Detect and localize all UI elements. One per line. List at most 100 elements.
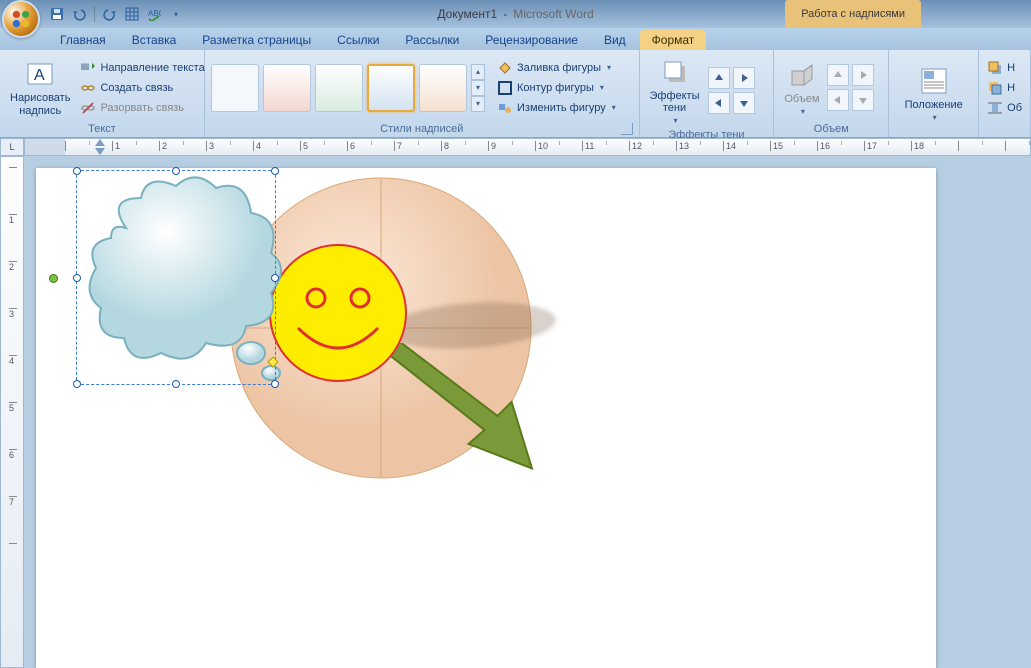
handle-ne[interactable]: [271, 167, 279, 175]
send-back-button[interactable]: Н: [985, 79, 1024, 97]
handle-s[interactable]: [172, 380, 180, 388]
quick-access-toolbar: ABC ▾: [48, 5, 185, 23]
position-icon: [918, 65, 950, 97]
group-position-label: [895, 133, 972, 137]
draw-textbox-label: Нарисовать надпись: [10, 92, 70, 116]
titlebar: ABC ▾ Документ1 - Microsoft Word Работа …: [0, 0, 1031, 28]
group-text-label: Текст: [6, 121, 198, 137]
tilt-up[interactable]: [827, 64, 849, 86]
document-name: Документ1: [437, 7, 497, 21]
position-label: Положение: [905, 99, 963, 111]
create-link-label: Создать связь: [100, 82, 173, 94]
contextual-tab-title: Работа с надписями: [785, 0, 921, 28]
shadow-nudge-right[interactable]: [733, 67, 755, 89]
text-direction-icon: llll: [80, 60, 96, 76]
send-back-label: Н: [1007, 82, 1015, 94]
gallery-more[interactable]: ▾: [471, 96, 485, 112]
shadow-nudge-up[interactable]: [708, 67, 730, 89]
ribbon: A Нарисовать надпись llll Направление тек…: [0, 50, 1031, 138]
shape-outline-button[interactable]: Контур фигуры: [495, 79, 618, 97]
office-button[interactable]: [2, 0, 40, 38]
shadow-nudge-left[interactable]: [708, 92, 730, 114]
style-preset-5[interactable]: [419, 64, 467, 112]
volume-tilt: [827, 64, 874, 111]
vertical-ruler[interactable]: 1234567: [0, 156, 24, 668]
shadow-effects-button[interactable]: Эффекты тени: [646, 54, 704, 127]
tab-view[interactable]: Вид: [592, 30, 638, 50]
rotate-handle[interactable]: [49, 274, 58, 283]
handle-n[interactable]: [172, 167, 180, 175]
break-link-button[interactable]: Разорвать связь: [78, 99, 206, 117]
title-separator: -: [503, 7, 507, 21]
wrap-icon: [987, 100, 1003, 116]
shadow-nudge-down[interactable]: [733, 92, 755, 114]
wrap-text-label: Об: [1007, 102, 1022, 114]
spellcheck-icon[interactable]: ABC: [145, 5, 163, 23]
group-volume-label: Объем: [780, 121, 882, 137]
gallery-scroll-up[interactable]: ▴: [471, 64, 485, 80]
textbox-icon: A: [24, 58, 56, 90]
handle-w[interactable]: [73, 274, 81, 282]
styles-launcher-icon[interactable]: [621, 123, 633, 135]
ribbon-tabs: Главная Вставка Разметка страницы Ссылки…: [0, 28, 1031, 50]
style-preset-4-selected[interactable]: [367, 64, 415, 112]
group-arrange-label: [985, 121, 1024, 137]
text-direction-button[interactable]: llll Направление текста: [78, 59, 206, 77]
group-text: A Нарисовать надпись llll Направление тек…: [0, 50, 205, 137]
tab-mailings[interactable]: Рассылки: [393, 30, 471, 50]
position-button[interactable]: Положение: [901, 63, 967, 124]
svg-text:A: A: [34, 67, 45, 84]
style-preset-3[interactable]: [315, 64, 363, 112]
gallery-scroll: ▴ ▾ ▾: [471, 64, 485, 112]
qat-customize-icon[interactable]: ▾: [167, 5, 185, 23]
change-shape-label: Изменить фигуру: [517, 102, 606, 114]
save-icon[interactable]: [48, 5, 66, 23]
style-preset-1[interactable]: [211, 64, 259, 112]
tab-insert[interactable]: Вставка: [120, 30, 189, 50]
tilt-right[interactable]: [852, 64, 874, 86]
gallery-scroll-down[interactable]: ▾: [471, 80, 485, 96]
page-area[interactable]: [24, 156, 1031, 668]
ruler-corner[interactable]: L: [0, 138, 24, 156]
style-gallery: ▴ ▾ ▾: [211, 64, 485, 112]
undo-icon[interactable]: [70, 5, 88, 23]
svg-text:llll: llll: [81, 62, 89, 72]
change-shape-button[interactable]: Изменить фигуру: [495, 99, 618, 117]
change-shape-icon: [497, 100, 513, 116]
tilt-down[interactable]: [852, 89, 874, 111]
volume-button[interactable]: Объем: [780, 57, 823, 118]
indent-marker: [95, 139, 105, 146]
ruler-row: L 123456789101112131415161718: [0, 138, 1031, 156]
bring-front-button[interactable]: Н: [985, 59, 1024, 77]
volume-label: Объем: [784, 93, 819, 105]
tilt-left[interactable]: [827, 89, 849, 111]
table-icon[interactable]: [123, 5, 141, 23]
group-shadow: Эффекты тени Эффекты тени: [640, 50, 775, 137]
shape-fill-button[interactable]: Заливка фигуры: [495, 59, 618, 77]
break-link-label: Разорвать связь: [100, 102, 184, 114]
link-icon: [80, 80, 96, 96]
bring-front-label: Н: [1007, 62, 1015, 74]
horizontal-ruler[interactable]: 123456789101112131415161718: [24, 138, 1031, 156]
group-styles-label-text: Стили надписей: [380, 123, 463, 135]
selection-box: [76, 170, 276, 385]
create-link-button[interactable]: Создать связь: [78, 79, 206, 97]
tab-page-layout[interactable]: Разметка страницы: [190, 30, 323, 50]
draw-textbox-button[interactable]: A Нарисовать надпись: [6, 56, 74, 118]
tab-references[interactable]: Ссылки: [325, 30, 391, 50]
tab-format[interactable]: Формат: [640, 30, 707, 50]
handle-se[interactable]: [271, 380, 279, 388]
redo-icon[interactable]: [101, 5, 119, 23]
unlink-icon: [80, 100, 96, 116]
group-styles-label: Стили надписей: [211, 121, 633, 137]
group-position: Положение: [889, 50, 979, 137]
handle-sw[interactable]: [73, 380, 81, 388]
handle-e[interactable]: [271, 274, 279, 282]
style-preset-2[interactable]: [263, 64, 311, 112]
handle-nw[interactable]: [73, 167, 81, 175]
shape-fill-label: Заливка фигуры: [517, 62, 601, 74]
tab-home[interactable]: Главная: [48, 30, 118, 50]
wrap-text-button[interactable]: Об: [985, 99, 1024, 117]
tab-review[interactable]: Рецензирование: [473, 30, 590, 50]
text-direction-label: Направление текста: [100, 62, 204, 74]
